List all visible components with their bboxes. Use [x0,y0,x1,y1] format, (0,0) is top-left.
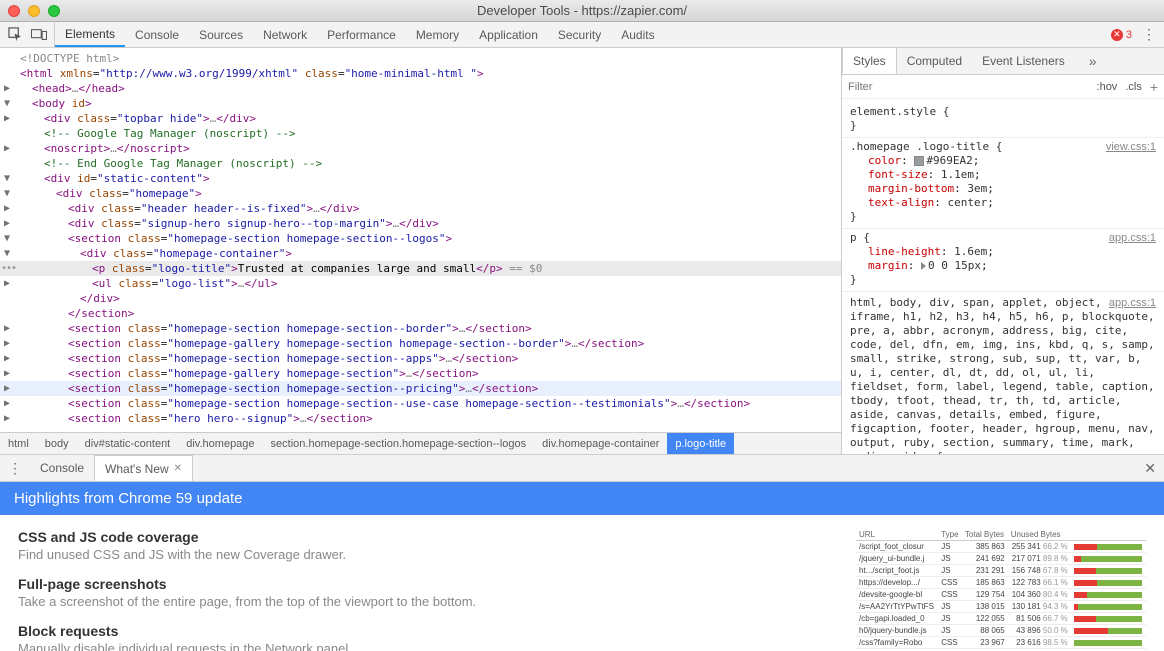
coverage-row[interactable]: h0/jquery-bundle.jsJS88 06543 896 50.0 % [856,625,1146,637]
crumb[interactable]: html [0,433,37,454]
whatsnew-item: Block requests Manually disable individua… [18,623,816,651]
whatsnew-item: Full-page screenshots Take a screenshot o… [18,576,816,609]
coverage-table: URLTypeTotal BytesUnused Bytes /script_f… [856,529,1146,651]
crumb[interactable]: section.homepage-section.homepage-sectio… [263,433,535,454]
coverage-row[interactable]: /cb=gapi.loaded_0JS122 05581 506 66.7 % [856,613,1146,625]
coverage-row[interactable]: /script_foot_closurJS385 863255 341 66.2… [856,541,1146,553]
whatsnew-banner: Highlights from Chrome 59 update [0,482,1164,515]
close-tab-icon[interactable]: ✕ [174,463,182,474]
elements-panel: <!DOCTYPE html> <html xmlns="http://www.… [0,48,842,454]
error-count-number: 3 [1126,29,1132,41]
dom-tree[interactable]: <!DOCTYPE html> <html xmlns="http://www.… [0,48,841,428]
whatsnew-desc: Take a screenshot of the entire page, fr… [18,594,816,609]
rule-source-link[interactable]: app.css:1 [1109,296,1156,310]
styles-tab-event-listeners[interactable]: Event Listeners [972,48,1075,74]
css-property[interactable]: color: #969EA2; [850,154,1156,168]
whatsnew-item: CSS and JS code coverage Find unused CSS … [18,529,816,562]
whatsnew-title: Full-page screenshots [18,576,816,592]
css-property[interactable]: line-height: 1.6em; [850,245,1156,259]
tab-application[interactable]: Application [469,22,548,47]
tab-performance[interactable]: Performance [317,22,406,47]
hov-toggle[interactable]: :hov [1097,81,1118,93]
whatsnew-desc: Manually disable individual requests in … [18,641,816,651]
add-rule-icon[interactable]: + [1150,79,1158,95]
rule-source-link[interactable]: view.css:1 [1106,140,1156,154]
crumb[interactable]: body [37,433,77,454]
drawer-menu-icon[interactable]: ⋮ [0,455,30,481]
styles-filter-input[interactable] [848,81,1097,93]
rule-selector: .homepage .logo-title [850,140,989,153]
styles-panel: StylesComputedEvent Listeners» :hov .cls… [842,48,1164,454]
coverage-row[interactable]: ht.../script_foot.jsJS231 291156 748 67.… [856,565,1146,577]
tab-sources[interactable]: Sources [189,22,253,47]
tab-memory[interactable]: Memory [406,22,469,47]
coverage-row[interactable]: /devsite-google-blCSS129 754104 360 80.4… [856,589,1146,601]
whatsnew-title: CSS and JS code coverage [18,529,816,545]
styles-tab-computed[interactable]: Computed [897,48,972,74]
crumb[interactable]: p.logo-title [667,433,734,454]
crumb[interactable]: div#static-content [77,433,179,454]
device-toggle-icon[interactable] [30,26,48,44]
window-title: Developer Tools - https://zapier.com/ [0,3,1164,18]
style-rules[interactable]: element.style {} view.css:1 .homepage .l… [842,99,1164,454]
css-property[interactable]: margin: 0 0 15px; [850,259,1156,273]
reset-selectors: html, body, div, span, applet, object, i… [850,296,1155,454]
whatsnew-desc: Find unused CSS and JS with the new Cove… [18,547,816,562]
css-property[interactable]: text-align: center; [850,196,1156,210]
tab-console[interactable]: Console [125,22,189,47]
tab-security[interactable]: Security [548,22,611,47]
drawer-close-icon[interactable]: ✕ [1144,460,1156,477]
styles-tab-styles[interactable]: Styles [842,48,897,74]
coverage-row[interactable]: /css?family=RoboCSS23 96723 616 98.5 % [856,637,1146,649]
rule-selector: element.style [850,105,936,118]
styles-tabs-more-icon[interactable]: » [1079,48,1107,74]
coverage-row[interactable]: /s=AA2YrTtYPwTtFSJS138 015130 181 94.3 % [856,601,1146,613]
tab-network[interactable]: Network [253,22,317,47]
coverage-row[interactable]: /jquery_ui-bundle.jJS241 692217 071 89.8… [856,553,1146,565]
selected-dom-node[interactable]: •••<p class="logo-title">Trusted at comp… [0,261,841,276]
rule-source-link[interactable]: app.css:1 [1109,231,1156,245]
devtools-toolbar: ElementsConsoleSourcesNetworkPerformance… [0,22,1164,48]
window-titlebar: Developer Tools - https://zapier.com/ [0,0,1164,22]
coverage-row[interactable]: https://develop.../CSS185 863122 783 66.… [856,577,1146,589]
error-count[interactable]: ✕3 [1111,29,1132,41]
drawer-tab-console[interactable]: Console [30,455,94,481]
more-options-icon[interactable]: ⋮ [1142,26,1156,43]
tab-audits[interactable]: Audits [611,22,664,47]
css-property[interactable]: font-size: 1.1em; [850,168,1156,182]
cls-toggle[interactable]: .cls [1125,81,1142,93]
rule-selector: p [850,231,857,244]
tab-elements[interactable]: Elements [55,22,125,47]
drawer: ⋮ ConsoleWhat's New✕ ✕ Highlights from C… [0,454,1164,651]
drawer-tab-what-s-new[interactable]: What's New✕ [94,455,193,481]
styles-filter-bar: :hov .cls + [842,75,1164,99]
whatsnew-title: Block requests [18,623,816,639]
crumb[interactable]: div.homepage-container [534,433,667,454]
crumb[interactable]: div.homepage [178,433,262,454]
breadcrumb: htmlbodydiv#static-contentdiv.homepagese… [0,432,841,454]
css-property[interactable]: margin-bottom: 3em; [850,182,1156,196]
inspect-icon[interactable] [6,26,24,44]
